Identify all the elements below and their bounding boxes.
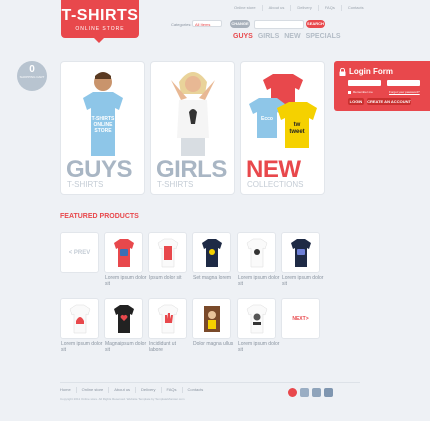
svg-text:STORE: STORE [94, 128, 112, 134]
search-button[interactable]: SEARCH [306, 20, 325, 28]
product-label[interactable]: Magnaipsum dolor sit [105, 341, 147, 353]
catnav-girls[interactable]: GIRLS [258, 33, 279, 40]
catnav-guys[interactable]: GUYS [233, 33, 253, 40]
product-tile[interactable] [104, 298, 143, 339]
product-label[interactable]: Ipsum dolor sit [149, 275, 191, 281]
hero-new-subtitle: COLLECTIONS [247, 180, 304, 189]
product-tile[interactable] [192, 232, 231, 273]
shopping-cart[interactable]: 0 SHOPPING CART [17, 61, 47, 91]
footer-nav: Home Online store About us Delivery FAQs… [60, 387, 208, 393]
tshirt-image [203, 305, 220, 332]
topnav-contacts[interactable]: Contacts [340, 5, 370, 11]
remember-label: Remember me [353, 90, 373, 94]
prev-label: < PREV [68, 249, 91, 256]
girls-tshirt-image [171, 72, 215, 156]
hero-guys[interactable]: T-SHIRTS ONLINE STORE GUYS T-SHIRTS [60, 61, 145, 195]
tshirt-image [246, 238, 267, 267]
product-label[interactable]: Lorem ipsum dolor sit [282, 275, 324, 287]
create-account-button[interactable]: CREATE AN ACCOUNT [367, 98, 411, 105]
remember-me[interactable]: Remember me [348, 90, 373, 94]
footer-link-online-store[interactable]: Online store [75, 387, 109, 393]
product-label[interactable]: Lorem ipsum dolor sit [105, 275, 147, 287]
product-label[interactable]: Incididunt ut labore [149, 341, 191, 353]
product-label[interactable]: Dolor magna ullus [193, 341, 235, 347]
hero-girls-subtitle: T-SHIRTS [157, 180, 194, 189]
hero-girls-title: GIRLS [156, 156, 227, 183]
copyright: Copyright 2011 Online store. All Rights … [60, 397, 185, 401]
product-tile[interactable] [148, 298, 187, 339]
product-label[interactable]: Lorem ipsum dolor sit [238, 341, 280, 353]
social-icon[interactable] [288, 388, 297, 397]
forgot-password-link[interactable]: Forgot your password? [389, 90, 420, 94]
hero-new[interactable]: tw tweet Ecco NEW COLLECTIONS [240, 61, 325, 195]
hero-girls[interactable]: GIRLS T-SHIRTS [150, 61, 235, 195]
twitter-icon[interactable] [300, 388, 309, 397]
next-label: NEXT> [292, 315, 309, 322]
tshirt-image [113, 238, 134, 267]
category-select[interactable]: All Items [192, 20, 222, 27]
change-button[interactable]: CHANGE [230, 20, 250, 28]
svg-text:tw: tw [294, 122, 301, 128]
new-collections-image: tw tweet Ecco [249, 74, 317, 148]
featured-title: FEATURED PRODUCTS [60, 213, 139, 220]
tshirt-image [157, 238, 178, 267]
footer-link-faqs[interactable]: FAQs [160, 387, 182, 393]
delicious-icon[interactable] [312, 388, 321, 397]
tshirt-image [290, 238, 311, 267]
category-nav: GUYS GIRLS NEW SPECIALS [233, 33, 341, 40]
catnav-specials[interactable]: SPECIALS [306, 33, 341, 40]
hero-new-title: NEW [246, 156, 301, 183]
login-button[interactable]: LOGIN [348, 98, 364, 105]
tshirt-image [157, 304, 178, 333]
product-tile[interactable] [192, 298, 231, 339]
topnav-online-store[interactable]: Online store [228, 5, 262, 11]
lock-icon [339, 68, 346, 76]
product-tile[interactable] [237, 298, 276, 339]
product-label[interactable]: Lorem ipsum dolor sit [238, 275, 280, 287]
topnav-faqs[interactable]: FAQs [317, 5, 341, 11]
remember-checkbox[interactable] [348, 90, 351, 94]
logo[interactable]: T-SHIRTS ONLINE STORE [61, 0, 139, 38]
tshirt-image [69, 304, 90, 333]
cart-count: 0 [29, 64, 35, 75]
product-tile[interactable] [281, 232, 320, 273]
cart-label: SHOPPING CART [19, 75, 45, 79]
next-button[interactable]: NEXT> [281, 298, 320, 339]
login-form: Login Form Remember me Forgot your passw… [334, 61, 430, 111]
search-input[interactable] [254, 20, 304, 29]
facebook-icon[interactable] [324, 388, 333, 397]
categories-label: Categories: [171, 22, 192, 27]
username-field[interactable] [348, 80, 381, 86]
product-label[interactable]: Set magna lorem [193, 275, 235, 281]
login-title: Login Form [349, 67, 393, 76]
svg-text:tweet: tweet [289, 129, 304, 135]
product-tile[interactable] [148, 232, 187, 273]
logo-tail [94, 38, 104, 43]
product-tile[interactable] [104, 232, 143, 273]
topnav-delivery[interactable]: Delivery [290, 5, 317, 11]
hero-guys-subtitle: T-SHIRTS [67, 180, 104, 189]
logo-title: T-SHIRTS [61, 7, 139, 24]
hero-guys-title: GUYS [66, 156, 133, 183]
tshirt-image [201, 238, 222, 267]
footer-link-contacts[interactable]: Contacts [181, 387, 209, 393]
guys-tshirt-image: T-SHIRTS ONLINE STORE [83, 72, 123, 156]
footer-divider [60, 382, 360, 383]
product-tile[interactable] [60, 298, 99, 339]
product-tile[interactable] [237, 232, 276, 273]
prev-button[interactable]: < PREV [60, 232, 99, 273]
logo-subtitle: ONLINE STORE [75, 26, 125, 32]
footer-link-delivery[interactable]: Delivery [135, 387, 160, 393]
svg-text:Ecco: Ecco [261, 116, 273, 122]
footer-link-about-us[interactable]: About us [108, 387, 135, 393]
footer-link-home[interactable]: Home [60, 387, 76, 393]
tshirt-image [113, 304, 134, 333]
password-field[interactable] [387, 80, 420, 86]
topnav-about-us[interactable]: About us [261, 5, 291, 11]
tshirt-image [246, 304, 267, 333]
product-label[interactable]: Lorem ipsum dolor sit [61, 341, 103, 353]
catnav-new[interactable]: NEW [284, 33, 300, 40]
top-nav: Online store About us Delivery FAQs Cont… [228, 5, 370, 11]
